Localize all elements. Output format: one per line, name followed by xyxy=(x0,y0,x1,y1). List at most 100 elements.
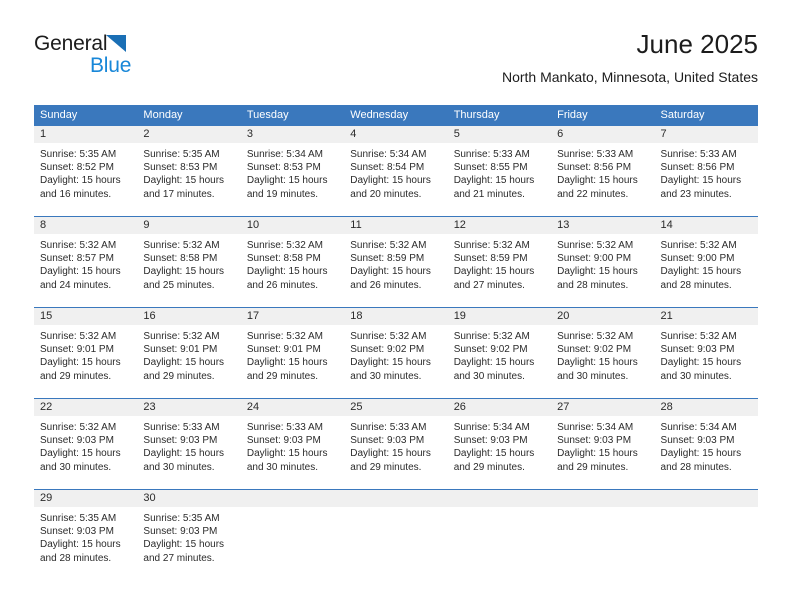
daylight-duration-line1: Daylight: 15 hours xyxy=(660,175,742,187)
day-details: Sunrise: 5:32 AM Sunset: 8:59 PM Daylight:… xyxy=(448,234,551,292)
sunrise-time: Sunrise: 5:32 AM xyxy=(246,331,323,342)
calendar-day-cell[interactable]: 13 Sunrise: 5:32 AM Sunset: 9:00 PM Dayligh… xyxy=(551,216,655,308)
day-cell-inner: 30 Sunrise: 5:35 AM Sunset: 9:03 PM Dayligh… xyxy=(137,490,241,580)
calendar-cell-empty xyxy=(344,489,448,580)
day-details: Sunrise: 5:32 AM Sunset: 8:58 PM Daylight:… xyxy=(241,234,344,292)
day-cell-inner: 10 Sunrise: 5:32 AM Sunset: 8:58 PM Dayligh… xyxy=(240,217,345,307)
sunset-time: Sunset: 8:56 PM xyxy=(557,162,632,174)
daylight-duration-line1: Daylight: 15 hours xyxy=(350,266,431,278)
daylight-duration-line2: and 29 minutes. xyxy=(557,461,629,473)
day-details: Sunrise: 5:32 AM Sunset: 9:03 PM Daylight:… xyxy=(34,416,137,474)
day-number: 1 xyxy=(34,126,138,143)
calendar-day-cell[interactable]: 9 Sunrise: 5:32 AM Sunset: 8:58 PM Daylight… xyxy=(137,216,241,308)
calendar-week-row: 1 Sunrise: 5:35 AM Sunset: 8:52 PM Daylight… xyxy=(34,126,758,217)
calendar-page: General Blue June 2025 North Mankato, Mi… xyxy=(0,0,792,612)
sunset-time: Sunset: 9:02 PM xyxy=(350,344,425,356)
day-details: Sunrise: 5:34 AM Sunset: 9:03 PM Daylight:… xyxy=(655,416,758,474)
day-details: Sunrise: 5:33 AM Sunset: 9:03 PM Daylight:… xyxy=(344,416,447,474)
calendar-day-cell[interactable]: 3 Sunrise: 5:34 AM Sunset: 8:53 PM Daylight… xyxy=(240,126,345,217)
daylight-duration-line2: and 29 minutes. xyxy=(40,370,112,382)
calendar-day-cell[interactable]: 10 Sunrise: 5:32 AM Sunset: 8:58 PM Dayligh… xyxy=(240,216,345,308)
daylight-duration-line1: Daylight: 15 hours xyxy=(246,357,328,369)
calendar-day-cell[interactable]: 29 Sunrise: 5:35 AM Sunset: 9:03 PM Dayligh… xyxy=(34,489,138,580)
calendar-day-cell[interactable]: 18 Sunrise: 5:32 AM Sunset: 9:02 PM Dayligh… xyxy=(344,307,448,399)
calendar-day-cell[interactable]: 6 Sunrise: 5:33 AM Sunset: 8:56 PM Daylight… xyxy=(551,126,655,217)
calendar-day-cell[interactable]: 23 Sunrise: 5:33 AM Sunset: 9:03 PM Dayligh… xyxy=(137,398,241,490)
sunset-time: Sunset: 9:03 PM xyxy=(660,344,735,356)
day-details xyxy=(551,507,654,512)
daylight-duration-line1: Daylight: 15 hours xyxy=(143,175,225,187)
calendar-day-cell[interactable]: 8 Sunrise: 5:32 AM Sunset: 8:57 PM Daylight… xyxy=(34,216,138,308)
daylight-duration-line1: Daylight: 15 hours xyxy=(246,175,328,187)
day-details: Sunrise: 5:33 AM Sunset: 9:03 PM Daylight:… xyxy=(137,416,240,474)
day-number xyxy=(654,490,758,507)
daylight-duration-line1: Daylight: 15 hours xyxy=(40,448,121,460)
daylight-duration-line2: and 30 minutes. xyxy=(557,370,629,382)
day-number: 12 xyxy=(447,217,552,234)
calendar-cell-empty xyxy=(447,489,552,580)
sunset-time: Sunset: 8:58 PM xyxy=(246,253,321,265)
sunrise-time: Sunrise: 5:32 AM xyxy=(143,240,220,251)
calendar-day-cell[interactable]: 27 Sunrise: 5:34 AM Sunset: 9:03 PM Dayligh… xyxy=(551,398,655,490)
calendar-day-cell[interactable]: 11 Sunrise: 5:32 AM Sunset: 8:59 PM Dayligh… xyxy=(344,216,448,308)
sunset-time: Sunset: 9:03 PM xyxy=(557,435,632,447)
day-details: Sunrise: 5:32 AM Sunset: 8:58 PM Daylight:… xyxy=(137,234,240,292)
sunset-time: Sunset: 9:00 PM xyxy=(660,253,735,265)
calendar-day-cell[interactable]: 7 Sunrise: 5:33 AM Sunset: 8:56 PM Daylight… xyxy=(654,126,758,217)
day-details: Sunrise: 5:32 AM Sunset: 9:03 PM Daylight:… xyxy=(655,325,758,383)
day-details xyxy=(655,507,758,512)
day-number: 9 xyxy=(137,217,241,234)
daylight-duration-line2: and 20 minutes. xyxy=(350,188,422,200)
calendar-week-row: 15 Sunrise: 5:32 AM Sunset: 9:01 PM Dayligh… xyxy=(34,307,758,399)
day-cell-inner xyxy=(654,490,758,580)
sunrise-time: Sunrise: 5:35 AM xyxy=(40,149,117,160)
sunset-time: Sunset: 8:53 PM xyxy=(143,162,218,174)
daylight-duration-line2: and 28 minutes. xyxy=(40,552,112,564)
calendar-day-cell[interactable]: 4 Sunrise: 5:34 AM Sunset: 8:54 PM Daylight… xyxy=(344,126,448,217)
daylight-duration-line1: Daylight: 15 hours xyxy=(453,175,535,187)
day-details: Sunrise: 5:34 AM Sunset: 9:03 PM Daylight:… xyxy=(448,416,551,474)
day-cell-inner: 24 Sunrise: 5:33 AM Sunset: 9:03 PM Dayligh… xyxy=(240,399,345,489)
weekday-header-monday: Monday xyxy=(137,105,241,126)
daylight-duration-line1: Daylight: 15 hours xyxy=(557,175,638,187)
calendar-day-cell[interactable]: 30 Sunrise: 5:35 AM Sunset: 9:03 PM Dayligh… xyxy=(137,489,241,580)
logo-blue-text: Blue xyxy=(90,54,132,77)
daylight-duration-line1: Daylight: 15 hours xyxy=(557,448,638,460)
day-details: Sunrise: 5:35 AM Sunset: 9:03 PM Daylight:… xyxy=(34,507,137,565)
day-cell-inner: 21 Sunrise: 5:32 AM Sunset: 9:03 PM Dayligh… xyxy=(654,308,758,398)
daylight-duration-line2: and 16 minutes. xyxy=(40,188,112,200)
calendar-day-cell[interactable]: 14 Sunrise: 5:32 AM Sunset: 9:00 PM Dayligh… xyxy=(654,216,758,308)
sunrise-time: Sunrise: 5:34 AM xyxy=(350,149,427,160)
daylight-duration-line1: Daylight: 15 hours xyxy=(143,266,225,278)
daylight-duration-line1: Daylight: 15 hours xyxy=(246,266,328,278)
calendar-day-cell[interactable]: 21 Sunrise: 5:32 AM Sunset: 9:03 PM Dayligh… xyxy=(654,307,758,399)
general-blue-logo[interactable]: General Blue xyxy=(34,32,131,76)
calendar-day-cell[interactable]: 24 Sunrise: 5:33 AM Sunset: 9:03 PM Dayligh… xyxy=(240,398,345,490)
calendar-day-cell[interactable]: 22 Sunrise: 5:32 AM Sunset: 9:03 PM Dayligh… xyxy=(34,398,138,490)
logo-top-row: General xyxy=(34,32,131,54)
daylight-duration-line2: and 27 minutes. xyxy=(453,279,525,291)
day-number: 4 xyxy=(344,126,448,143)
calendar-day-cell[interactable]: 1 Sunrise: 5:35 AM Sunset: 8:52 PM Daylight… xyxy=(34,126,138,217)
calendar-day-cell[interactable]: 2 Sunrise: 5:35 AM Sunset: 8:53 PM Daylight… xyxy=(137,126,241,217)
sunrise-time: Sunrise: 5:32 AM xyxy=(660,331,737,342)
sunrise-time: Sunrise: 5:32 AM xyxy=(660,240,737,251)
calendar-day-cell[interactable]: 16 Sunrise: 5:32 AM Sunset: 9:01 PM Dayligh… xyxy=(137,307,241,399)
day-number: 25 xyxy=(344,399,448,416)
daylight-duration-line2: and 19 minutes. xyxy=(246,188,319,200)
day-details: Sunrise: 5:33 AM Sunset: 9:03 PM Daylight:… xyxy=(241,416,344,474)
calendar-day-cell[interactable]: 12 Sunrise: 5:32 AM Sunset: 8:59 PM Dayligh… xyxy=(447,216,552,308)
day-cell-inner: 14 Sunrise: 5:32 AM Sunset: 9:00 PM Dayligh… xyxy=(654,217,758,307)
sunrise-sunset-calendar-table: Sunday Monday Tuesday Wednesday Thursday… xyxy=(34,105,758,580)
calendar-day-cell[interactable]: 15 Sunrise: 5:32 AM Sunset: 9:01 PM Dayligh… xyxy=(34,307,138,399)
calendar-day-cell[interactable]: 25 Sunrise: 5:33 AM Sunset: 9:03 PM Dayligh… xyxy=(344,398,448,490)
calendar-day-cell[interactable]: 26 Sunrise: 5:34 AM Sunset: 9:03 PM Dayligh… xyxy=(447,398,552,490)
calendar-day-cell[interactable]: 17 Sunrise: 5:32 AM Sunset: 9:01 PM Dayligh… xyxy=(240,307,345,399)
weekday-header-saturday: Saturday xyxy=(654,105,758,126)
calendar-day-cell[interactable]: 28 Sunrise: 5:34 AM Sunset: 9:03 PM Dayligh… xyxy=(654,398,758,490)
calendar-header-row-group: Sunday Monday Tuesday Wednesday Thursday… xyxy=(34,105,758,126)
calendar-day-cell[interactable]: 20 Sunrise: 5:32 AM Sunset: 9:02 PM Dayligh… xyxy=(551,307,655,399)
daylight-duration-line2: and 28 minutes. xyxy=(660,461,732,473)
calendar-day-cell[interactable]: 5 Sunrise: 5:33 AM Sunset: 8:55 PM Daylight… xyxy=(447,126,552,217)
calendar-day-cell[interactable]: 19 Sunrise: 5:32 AM Sunset: 9:02 PM Dayligh… xyxy=(447,307,552,399)
